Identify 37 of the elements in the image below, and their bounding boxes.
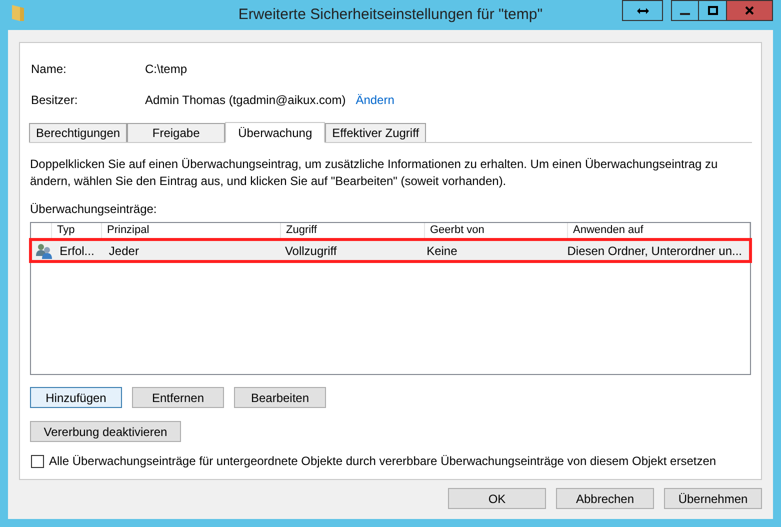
field-value: Admin Thomas (tgadmin@aikux.com) [145,92,346,109]
change-owner-link[interactable]: Ändern [356,91,394,109]
dialog-button[interactable]: Übernehmen [664,488,762,509]
action-button[interactable]: Hinzufügen [30,387,122,408]
list-label: Überwachungseinträge: [30,201,158,218]
folder-icon [11,4,25,22]
close-icon [745,6,754,15]
description-text: Doppelklicken Sie auf einen Überwachungseintrag, um zusätzliche Informationen zu erhalten. Um einen Überwachungseintrag zu ändern, wählen Sie den Eintrag aus, und klicken Sie auf "Bearbeiten" (soweit vorhanden). [30,156,719,190]
tab[interactable]: Freigabe [127,123,226,142]
dialog-button[interactable]: OK [448,488,546,509]
field-value: C:\temp [145,61,188,78]
minimize-button[interactable] [671,0,699,21]
table-cell-text: Keine [426,242,458,260]
tab[interactable]: Überwachung [225,122,326,143]
action-button[interactable]: Bearbeiten [234,387,326,408]
maximize-icon [708,6,718,15]
window-title: Erweiterte Sicherheitseinstellungen für "temp" [238,4,543,25]
table-cell-text: Jeder [108,242,140,260]
resize-button[interactable] [622,0,663,21]
table-row[interactable]: Erfol... Jeder Vollzugriff Keine Diesen Ordner, Unterordner un... [29,238,752,263]
tab[interactable]: Effektiver Zugriff [325,123,426,142]
double-arrow-icon [636,6,648,14]
tab[interactable]: Berechtigungen [29,123,128,142]
action-button[interactable]: Entfernen [132,387,224,408]
field-label: Besitzer: [31,92,79,109]
field-label: Name: [31,61,68,78]
table-cell-text: Erfol... [58,242,96,260]
checkbox-label: Alle Überwachungseinträge für untergeordnete Objekte durch vererbbare Überwachungseinträge von diesem Objekt ersetzen [49,453,716,470]
table-cell-text: Diesen Ordner, Unterordner un... [566,242,743,260]
minimize-icon [680,12,690,14]
users-icon [36,242,53,258]
checkbox[interactable] [31,454,44,468]
disable-inheritance-button[interactable]: Vererbung deaktivieren [30,421,181,442]
table-cell-text: Vollzugriff [284,242,338,260]
dialog-button[interactable]: Abbrechen [556,488,654,509]
close-button[interactable] [727,0,773,21]
maximize-button[interactable] [699,0,727,21]
